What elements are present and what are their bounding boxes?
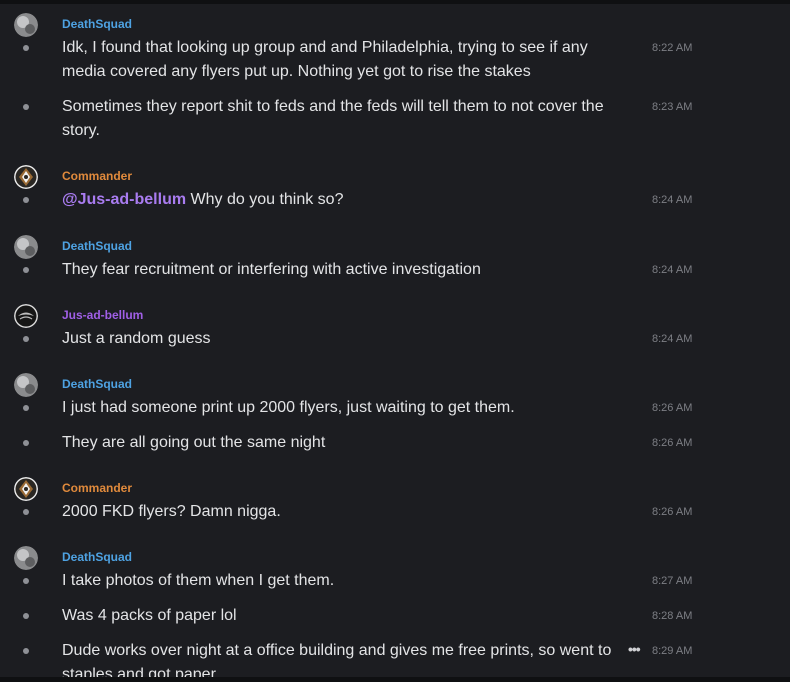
bottom-border bbox=[0, 677, 790, 682]
message-text: Sometimes they report shit to feds and t… bbox=[62, 98, 604, 139]
message-bullet bbox=[23, 613, 29, 619]
message-timestamp: 8:28 AM bbox=[652, 610, 693, 622]
message-bullet bbox=[23, 104, 29, 110]
message-timestamp: 8:24 AM bbox=[652, 194, 693, 206]
message-text: I take photos of them when I get them. bbox=[62, 572, 335, 589]
message-timestamp: 8:24 AM bbox=[652, 333, 693, 345]
message-bullet bbox=[23, 197, 29, 203]
message-timestamp: 8:27 AM bbox=[652, 575, 693, 587]
message-text: 2000 FKD flyers? Damn nigga. bbox=[62, 503, 281, 520]
avatar-deathsquad[interactable] bbox=[14, 546, 38, 570]
message-text: Idk, I found that looking up group and a… bbox=[62, 39, 588, 80]
message-timestamp: 8:22 AM bbox=[652, 42, 693, 54]
author-name[interactable]: DeathSquad bbox=[62, 239, 132, 253]
avatar-deathsquad[interactable] bbox=[14, 13, 38, 37]
message-text: @Jus-ad-bellum Why do you think so? bbox=[62, 188, 632, 212]
message-text: Dude works over night at a office buildi… bbox=[62, 642, 612, 677]
message-timestamp: 8:24 AM bbox=[652, 264, 693, 276]
message-bullet bbox=[23, 578, 29, 584]
message-text: Just a random guess bbox=[62, 330, 211, 347]
message-bullet bbox=[23, 267, 29, 273]
avatar-commander[interactable] bbox=[14, 165, 38, 189]
message-text: I just had someone print up 2000 flyers,… bbox=[62, 399, 515, 416]
author-name[interactable]: Commander bbox=[62, 169, 132, 183]
avatar-commander[interactable] bbox=[14, 477, 38, 501]
author-name[interactable]: DeathSquad bbox=[62, 550, 132, 564]
message-text: They fear recruitment or interfering wit… bbox=[62, 261, 481, 278]
avatar-jus-ad-bellum[interactable] bbox=[14, 304, 38, 328]
author-name[interactable]: Commander bbox=[62, 481, 132, 495]
message-timestamp: 8:26 AM bbox=[652, 506, 693, 518]
message-text-body: Why do you think so? bbox=[186, 191, 344, 208]
more-horizontal-icon[interactable]: ••• bbox=[628, 641, 641, 657]
message-timestamp: 8:26 AM bbox=[652, 437, 693, 449]
message-bullet bbox=[23, 648, 29, 654]
message-bullet bbox=[23, 336, 29, 342]
author-name[interactable]: DeathSquad bbox=[62, 17, 132, 31]
author-name[interactable]: Jus-ad-bellum bbox=[62, 308, 143, 322]
message-bullet bbox=[23, 45, 29, 51]
message-bullet bbox=[23, 440, 29, 446]
message-timestamp: 8:29 AM bbox=[652, 645, 693, 657]
user-mention[interactable]: @Jus-ad-bellum bbox=[62, 191, 186, 208]
message-timestamp: 8:26 AM bbox=[652, 402, 693, 414]
message-bullet bbox=[23, 509, 29, 515]
message-timestamp: 8:23 AM bbox=[652, 101, 693, 113]
avatar-deathsquad[interactable] bbox=[14, 373, 38, 397]
message-bullet bbox=[23, 405, 29, 411]
message-list[interactable]: DeathSquad Idk, I found that looking up … bbox=[0, 4, 790, 677]
message-text: They are all going out the same night bbox=[62, 434, 326, 451]
author-name[interactable]: DeathSquad bbox=[62, 377, 132, 391]
avatar-deathsquad[interactable] bbox=[14, 235, 38, 259]
message-text: Was 4 packs of paper lol bbox=[62, 607, 237, 624]
